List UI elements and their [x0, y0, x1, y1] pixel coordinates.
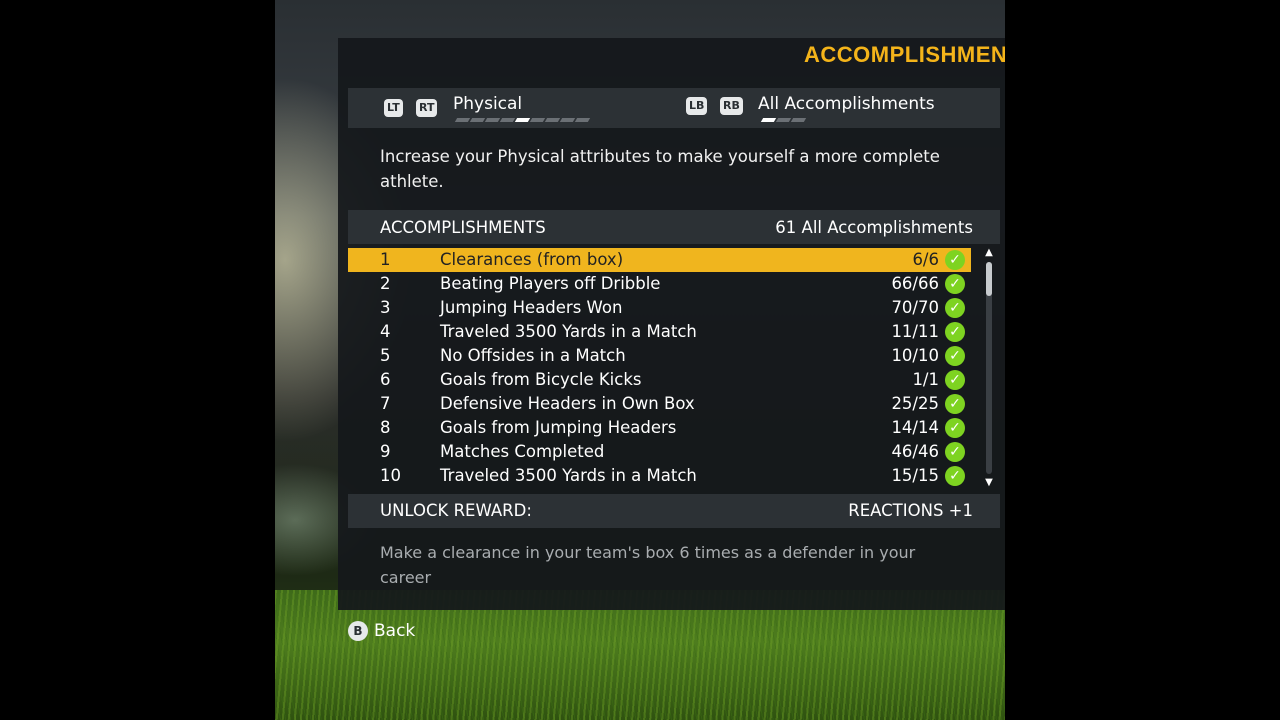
- tab-bar: LT RT Physical LB RB All Accomplishments: [348, 88, 1000, 128]
- back-label[interactable]: Back: [374, 621, 415, 641]
- item-number: 6: [380, 370, 391, 389]
- item-number: 2: [380, 274, 391, 293]
- check-circle-icon: ✓: [945, 394, 965, 414]
- filter-page-indicator: [760, 118, 807, 122]
- unlock-reward-bar: UNLOCK REWARD: REACTIONS +1: [348, 494, 1000, 528]
- list-item[interactable]: 10 Traveled 3500 Yards in a Match 15/15 ✓: [348, 464, 971, 488]
- list-item[interactable]: 9 Matches Completed 46/46 ✓: [348, 440, 971, 464]
- item-name: Beating Players off Dribble: [440, 274, 661, 293]
- item-number: 8: [380, 418, 391, 437]
- page-dot: [775, 118, 792, 122]
- item-name: Goals from Bicycle Kicks: [440, 370, 642, 389]
- page-dot: [790, 118, 807, 122]
- page-dot: [454, 118, 471, 122]
- check-circle-icon: ✓: [945, 418, 965, 438]
- item-number: 1: [380, 250, 391, 269]
- accomplishment-list: 1 Clearances (from box) 6/6 ✓ 2 Beating Playe…: [348, 248, 971, 488]
- item-name: Traveled 3500 Yards in a Match: [440, 322, 697, 341]
- item-name: No Offsides in a Match: [440, 346, 626, 365]
- item-progress: 46/46: [891, 442, 939, 461]
- arrow-up-icon[interactable]: ▲: [984, 248, 994, 258]
- list-header: ACCOMPLISHMENTS 61 All Accomplishments: [348, 210, 1000, 244]
- rt-button[interactable]: RT: [416, 99, 438, 117]
- check-circle-icon: ✓: [945, 274, 965, 294]
- list-scrollbar[interactable]: ▲ ▼: [984, 248, 994, 488]
- item-number: 10: [380, 466, 401, 485]
- check-circle-icon: ✓: [945, 346, 965, 366]
- page-dot: [760, 118, 777, 122]
- page-dot: [544, 118, 561, 122]
- list-header-label: ACCOMPLISHMENTS: [380, 218, 546, 237]
- item-name: Matches Completed: [440, 442, 605, 461]
- item-number: 5: [380, 346, 391, 365]
- item-progress: 70/70: [891, 298, 939, 317]
- item-progress: 11/11: [891, 322, 939, 341]
- list-item[interactable]: 2 Beating Players off Dribble 66/66 ✓: [348, 272, 971, 296]
- lt-button[interactable]: LT: [384, 99, 403, 117]
- category-tab-label[interactable]: Physical: [453, 94, 522, 114]
- item-number: 3: [380, 298, 391, 317]
- item-number: 9: [380, 442, 391, 461]
- item-progress: 1/1: [912, 370, 939, 389]
- item-progress: 14/14: [891, 418, 939, 437]
- unlock-reward-value: REACTIONS +1: [848, 501, 973, 520]
- item-name: Goals from Jumping Headers: [440, 418, 677, 437]
- list-item[interactable]: 7 Defensive Headers in Own Box 25/25 ✓: [348, 392, 971, 416]
- list-item[interactable]: 4 Traveled 3500 Yards in a Match 11/11 ✓: [348, 320, 971, 344]
- item-progress: 10/10: [891, 346, 939, 365]
- page-dot: [574, 118, 591, 122]
- scrollbar-thumb[interactable]: [986, 262, 992, 296]
- check-circle-icon: ✓: [945, 250, 965, 270]
- item-progress: 6/6: [912, 250, 939, 269]
- item-name: Clearances (from box): [440, 250, 624, 269]
- item-progress: 15/15: [891, 466, 939, 485]
- list-item[interactable]: 6 Goals from Bicycle Kicks 1/1 ✓: [348, 368, 971, 392]
- item-progress: 25/25: [891, 394, 939, 413]
- unlock-reward-label: UNLOCK REWARD:: [380, 501, 532, 520]
- list-item[interactable]: 3 Jumping Headers Won 70/70 ✓: [348, 296, 971, 320]
- list-item[interactable]: 5 No Offsides in a Match 10/10 ✓: [348, 344, 971, 368]
- page-dot: [529, 118, 546, 122]
- reward-description: Make a clearance in your team's box 6 ti…: [380, 543, 916, 587]
- list-item[interactable]: 8 Goals from Jumping Headers 14/14 ✓: [348, 416, 971, 440]
- item-name: Traveled 3500 Yards in a Match: [440, 466, 697, 485]
- check-circle-icon: ✓: [945, 466, 965, 486]
- page-title: ACCOMPLISHMENT: [804, 42, 1005, 67]
- item-number: 4: [380, 322, 391, 341]
- check-circle-icon: ✓: [945, 298, 965, 318]
- page-dot: [499, 118, 516, 122]
- filter-tab-label[interactable]: All Accomplishments: [758, 94, 935, 114]
- item-name: Jumping Headers Won: [440, 298, 623, 317]
- item-progress: 66/66: [891, 274, 939, 293]
- item-name: Defensive Headers in Own Box: [440, 394, 695, 413]
- item-number: 7: [380, 394, 391, 413]
- page-dot: [484, 118, 501, 122]
- page-dot: [469, 118, 486, 122]
- check-circle-icon: ✓: [945, 442, 965, 462]
- check-circle-icon: ✓: [945, 322, 965, 342]
- back-button[interactable]: B Back: [348, 621, 415, 641]
- page-dot: [559, 118, 576, 122]
- page-dot: [514, 118, 531, 122]
- b-button-icon[interactable]: B: [348, 621, 368, 641]
- arrow-down-icon[interactable]: ▼: [984, 478, 994, 488]
- rb-button[interactable]: RB: [720, 97, 743, 115]
- list-header-count: 61 All Accomplishments: [775, 218, 973, 237]
- list-item[interactable]: 1 Clearances (from box) 6/6 ✓: [348, 248, 971, 272]
- category-page-indicator: [454, 118, 591, 122]
- category-description: Increase your Physical attributes to mak…: [380, 147, 940, 191]
- check-circle-icon: ✓: [945, 370, 965, 390]
- lb-button[interactable]: LB: [686, 97, 708, 115]
